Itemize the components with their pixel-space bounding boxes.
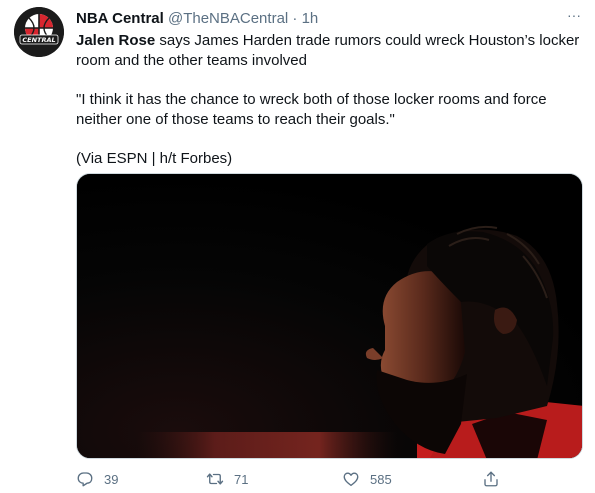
tweet-text: Jalen Rose says James Harden trade rumor… [76,31,581,169]
tweet-timestamp[interactable]: 1h [302,10,319,27]
reply-button[interactable]: 39 [76,469,118,489]
share-button[interactable] [482,469,510,489]
tweet-actions: 39 71 585 [76,469,546,489]
tweet-photo[interactable] [76,173,583,459]
tweet-paragraph-source: (Via ESPN | h/t Forbes) [76,150,233,167]
heart-icon [343,472,359,487]
share-icon [484,471,498,487]
mention-name: Jalen Rose [76,32,156,49]
like-count: 585 [370,471,392,487]
tweet-header: NBA Central @TheNBACentral · 1h [76,9,318,28]
avatar[interactable]: CENTRAL [14,7,64,57]
like-button[interactable]: 585 [342,469,392,489]
author-handle[interactable]: @TheNBACentral [168,10,288,27]
more-label: ··· [567,7,581,23]
reply-count: 39 [104,471,119,487]
retweet-icon [206,473,224,485]
retweet-button[interactable]: 71 [206,469,248,489]
reply-icon [77,472,93,487]
author-name[interactable]: NBA Central [76,10,164,27]
retweet-count: 71 [234,471,249,487]
nba-central-logo: CENTRAL [14,7,64,57]
tweet-paragraph-quote: "I think it has the chance to wreck both… [76,91,547,128]
header-separator: · [292,10,298,27]
avatar-logo-text: CENTRAL [22,36,55,44]
tweet[interactable]: CENTRAL NBA Central @TheNBACentral · 1h … [0,0,595,493]
photo-image [77,174,582,458]
more-icon[interactable]: ··· [563,7,585,27]
tweet-paragraph-headline: Jalen Rose says James Harden trade rumor… [76,31,581,70]
